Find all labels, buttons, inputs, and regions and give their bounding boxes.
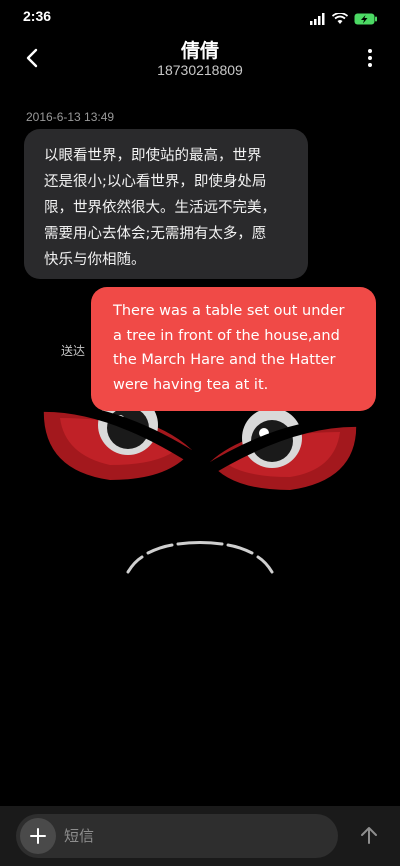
contact-number: 18730218809 — [157, 62, 243, 78]
message-line: the March Hare and the Hatter — [113, 352, 336, 368]
message-line: 需要用心去体会;无需拥有太多，愿 — [44, 226, 267, 242]
message-line: 快乐与你相随。 — [44, 252, 146, 268]
message-input[interactable]: 短信 — [64, 814, 324, 858]
conversation-header: 倩倩 18730218809 — [0, 34, 400, 84]
message-timestamp: 2016-6-13 13:49 — [26, 110, 115, 124]
delivery-status: 送达 — [61, 344, 86, 358]
incoming-message-bubble[interactable]: 以眼看世界，即使站的最高，世界 还是很小;以心看世界，即使身处局 限，世界依然很… — [24, 129, 308, 279]
contact-name[interactable]: 倩倩 — [0, 36, 400, 63]
message-line: 还是很小;以心看世界，即使身处局 — [44, 174, 267, 190]
right-eye — [200, 408, 360, 490]
wifi-icon — [331, 10, 349, 29]
attach-button[interactable] — [20, 818, 56, 854]
message-line: a tree in front of the house,and — [113, 327, 340, 344]
more-vertical-icon — [368, 49, 372, 67]
message-line: 以眼看世界，即使站的最高，世界 — [44, 148, 262, 164]
mouth — [126, 541, 274, 574]
arrow-up-icon — [361, 827, 377, 844]
send-button[interactable] — [354, 820, 384, 850]
compose-bar: 短信 — [0, 806, 400, 866]
status-bar: 2:36 — [0, 0, 400, 34]
message-line: 限，世界依然很大。生活远不完美， — [44, 200, 276, 216]
battery-charging-icon — [354, 10, 378, 29]
status-time: 2:36 — [23, 8, 52, 24]
signal-icon — [310, 10, 326, 29]
message-line: There was a table set out under — [113, 303, 345, 319]
more-options-button[interactable] — [358, 44, 382, 72]
message-line: were having tea at it. — [113, 376, 269, 393]
plus-icon — [30, 828, 46, 844]
compose-field-container: 短信 — [16, 814, 338, 858]
outgoing-message-bubble[interactable]: There was a table set out under a tree i… — [91, 287, 376, 411]
